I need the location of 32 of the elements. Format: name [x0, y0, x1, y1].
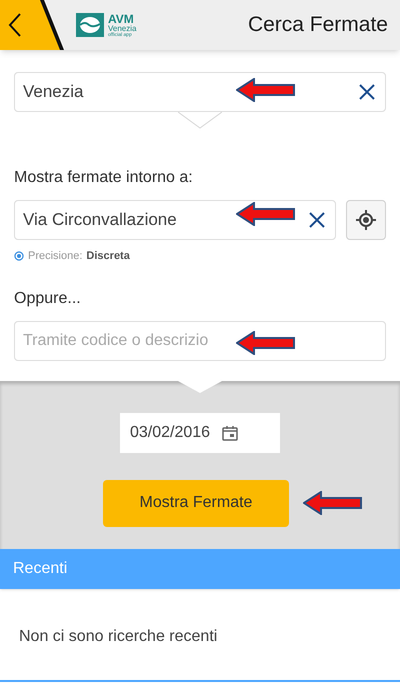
nearby-label: Mostra fermate intorno a: [14, 168, 194, 188]
calendar-icon [222, 424, 238, 440]
date-field[interactable]: 03/02/2016 [120, 412, 280, 452]
recent-title: Recenti [13, 558, 68, 578]
precision-value: Discreta [86, 249, 130, 264]
address-field[interactable]: Via Circonvallazione [14, 200, 336, 240]
date-value: 03/02/2016 [130, 422, 210, 442]
precision-icon [14, 251, 24, 262]
city-field[interactable]: Venezia [14, 72, 386, 112]
precision-label: Precisione: [28, 249, 82, 264]
arrow-icon [236, 331, 296, 355]
page-title: Cerca Fermate [248, 12, 388, 38]
show-stops-button[interactable]: Mostra Fermate [103, 480, 289, 526]
code-field[interactable]: Tramite codice o descrizio [14, 320, 386, 360]
logo-name: AVM [108, 12, 134, 24]
arrow-icon [303, 491, 363, 515]
clear-icon[interactable] [357, 82, 377, 102]
address-value: Via Circonvallazione [23, 209, 177, 232]
pointer-icon [178, 112, 222, 130]
back-button[interactable] [0, 0, 64, 50]
clear-icon[interactable] [307, 210, 327, 230]
city-value: Venezia [23, 81, 84, 104]
pointer-icon [178, 380, 222, 394]
locate-button[interactable] [346, 200, 386, 240]
back-icon [8, 12, 22, 38]
empty-message: Non ci sono ricerche recenti [18, 626, 218, 646]
alternative-label: Oppure... [14, 288, 82, 308]
target-icon [356, 210, 376, 230]
logo-city: Venezia [108, 24, 136, 32]
arrow-icon [236, 78, 296, 102]
arrow-icon [236, 202, 296, 226]
logo-icon [76, 13, 104, 37]
